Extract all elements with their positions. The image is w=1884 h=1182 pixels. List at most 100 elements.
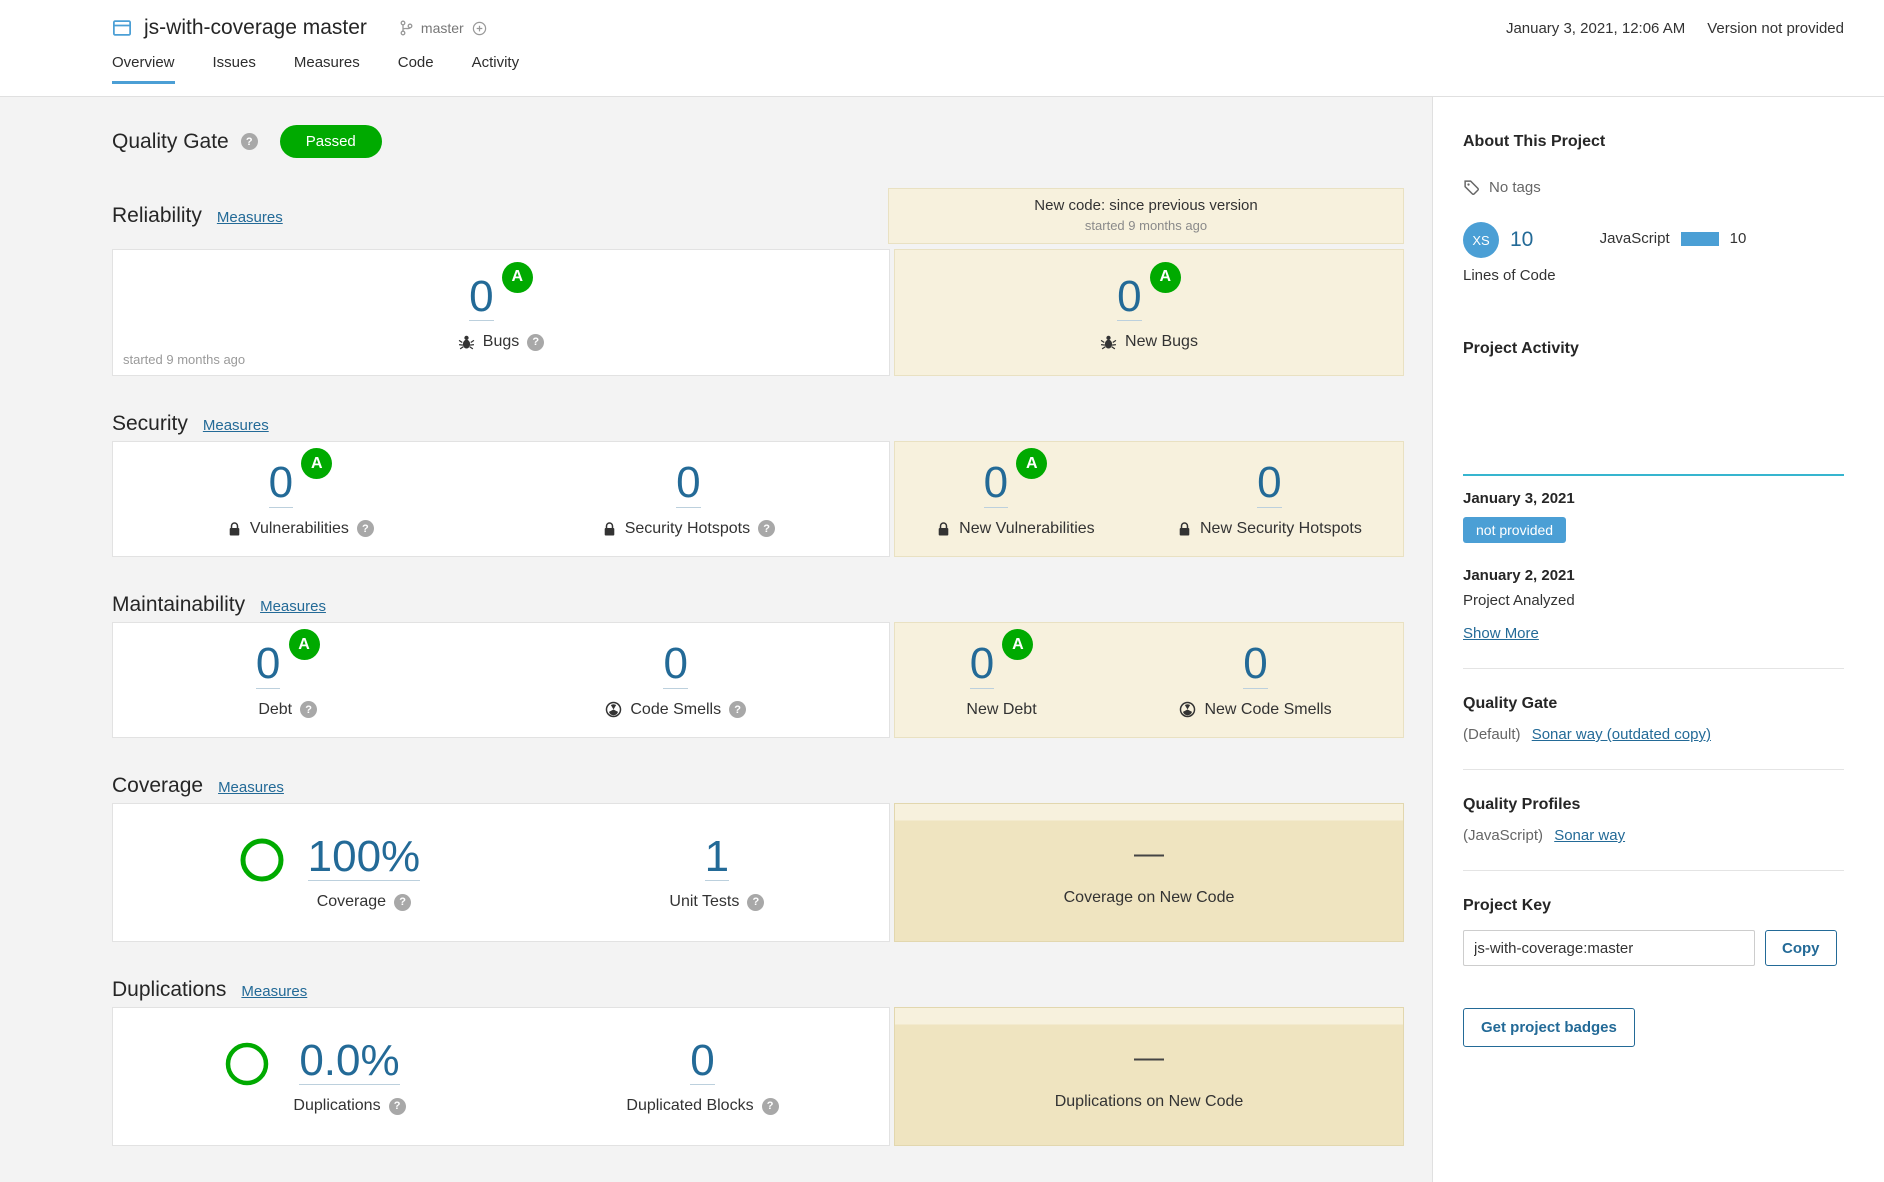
vulnerabilities-value-link[interactable]: 0 [269,460,293,507]
help-icon[interactable]: ? [300,701,317,718]
bugs-metric: 0 A Bugs ? [458,274,544,351]
tags-label: No tags [1489,179,1541,196]
maintainability-new-code-card: 0 A New Debt 0 [894,622,1404,738]
divider [1463,668,1844,669]
project-key-title: Project Key [1463,897,1844,915]
help-icon[interactable]: ? [394,894,411,911]
help-icon[interactable]: ? [747,894,764,911]
tab-overview[interactable]: Overview [112,54,175,84]
new-bugs-value-link[interactable]: 0 [1117,274,1141,321]
quality-profiles-title: Quality Profiles [1463,796,1844,814]
plus-circle-icon[interactable] [472,21,487,36]
copy-button[interactable]: Copy [1765,930,1837,966]
show-more-link[interactable]: Show More [1463,625,1539,642]
new-code-smells-metric: 0 New Code Smells [1179,641,1331,718]
new-debt-metric: 0 A New Debt [966,641,1036,718]
new-code-banner-title: New code: since previous version [889,197,1403,214]
about-project-title: About This Project [1463,133,1844,151]
branch-icon [399,20,413,36]
new-security-hotspots-label: New Security Hotspots [1200,520,1362,538]
analysis-date: January 3, 2021, 12:06 AM [1506,20,1685,37]
help-icon[interactable]: ? [357,520,374,537]
debt-metric: 0 A Debt ? [256,641,320,718]
app-header: js-with-coverage master master January 3… [0,0,1884,97]
security-section: Security Measures 0 A [112,412,1404,557]
lock-icon [936,521,951,537]
bugs-rating-badge: A [502,262,533,293]
unit-tests-value-link[interactable]: 1 [705,834,729,881]
sidebar-quality-gate-title: Quality Gate [1463,695,1844,713]
maintainability-card: 0 A Debt ? 0 [112,622,890,738]
tag-icon [1463,179,1480,196]
vulnerabilities-rating-badge: A [301,448,332,479]
new-code-smells-value-link[interactable]: 0 [1243,641,1267,688]
overview-main: Quality Gate ? Passed Reliability Measur… [0,97,1432,1182]
get-project-badges-button[interactable]: Get project badges [1463,1008,1635,1047]
lines-of-code-label: Lines of Code [1463,267,1556,284]
tab-measures[interactable]: Measures [294,54,360,84]
tab-activity[interactable]: Activity [472,54,520,84]
new-bugs-rating-badge: A [1150,262,1181,293]
new-security-hotspots-value-link[interactable]: 0 [1257,460,1281,507]
quality-profile-link[interactable]: Sonar way [1554,827,1625,844]
unit-tests-metric: 1 Unit Tests ? [669,834,764,911]
tags-row: No tags [1463,179,1844,196]
security-hotspots-label: Security Hotspots [625,520,750,538]
reliability-measures-link[interactable]: Measures [217,209,283,226]
duplications-value-link[interactable]: 0.0% [299,1038,399,1085]
coverage-on-new-code-value: — [1064,839,1235,869]
new-vulnerabilities-label: New Vulnerabilities [959,520,1094,538]
tab-issues[interactable]: Issues [213,54,256,84]
coverage-metric: 100% Coverage ? [238,834,421,911]
help-icon[interactable]: ? [527,334,544,351]
security-hotspots-value-link[interactable]: 0 [676,460,700,507]
help-icon[interactable]: ? [758,520,775,537]
new-debt-value-link[interactable]: 0 [970,641,994,688]
maintainability-title: Maintainability [112,593,245,617]
code-smells-label: Code Smells [630,701,721,719]
duplicated-blocks-value-link[interactable]: 0 [690,1038,714,1085]
lock-icon [227,521,242,537]
help-icon[interactable]: ? [241,133,258,150]
coverage-measures-link[interactable]: Measures [218,779,284,796]
maintainability-section: Maintainability Measures 0 A Debt ? [112,593,1404,738]
language-bar [1681,232,1719,246]
duplications-label: Duplications [293,1097,380,1115]
event-date: January 2, 2021 [1463,567,1844,584]
reliability-card: 0 A Bugs ? started 9 months ago [112,249,890,376]
debt-value-link[interactable]: 0 [256,641,280,688]
divider [1463,769,1844,770]
event-date: January 3, 2021 [1463,490,1844,507]
duplications-measures-link[interactable]: Measures [241,983,307,1000]
new-vulnerabilities-value-link[interactable]: 0 [984,460,1008,507]
help-icon[interactable]: ? [762,1098,779,1115]
reliability-section: Reliability Measures New code: since pre… [112,188,1404,376]
help-icon[interactable]: ? [729,701,746,718]
new-debt-label: New Debt [966,701,1036,719]
lock-icon [602,521,617,537]
code-smells-value-link[interactable]: 0 [663,641,687,688]
maintainability-measures-link[interactable]: Measures [260,598,326,615]
duplications-metric: 0.0% Duplications ? [223,1038,405,1115]
code-smell-icon [1179,701,1196,718]
tab-code[interactable]: Code [398,54,434,84]
debt-label: Debt [258,701,292,719]
help-icon[interactable]: ? [389,1098,406,1115]
version-label: Version not provided [1707,20,1844,37]
vulnerabilities-label: Vulnerabilities [250,520,349,538]
duplications-title: Duplications [112,978,226,1002]
project-key-input[interactable] [1463,930,1755,966]
security-new-code-card: 0 A New Vulnerabilities 0 [894,441,1404,557]
code-smell-icon [605,701,622,718]
duplications-new-code-card: — Duplications on New Code [894,1007,1404,1146]
new-code-banner-subtitle: started 9 months ago [889,218,1403,233]
activity-event: January 3, 2021 not provided [1463,490,1844,543]
quality-gate-link[interactable]: Sonar way (outdated copy) [1532,726,1711,743]
security-measures-link[interactable]: Measures [203,417,269,434]
coverage-value-link[interactable]: 100% [308,834,421,881]
new-security-hotspots-metric: 0 New Security Hotspots [1177,460,1362,537]
bugs-value-link[interactable]: 0 [469,274,493,321]
duplications-ring-icon [223,1040,271,1088]
new-code-banner: New code: since previous version started… [888,188,1404,244]
activity-event: January 2, 2021 Project Analyzed [1463,567,1844,609]
